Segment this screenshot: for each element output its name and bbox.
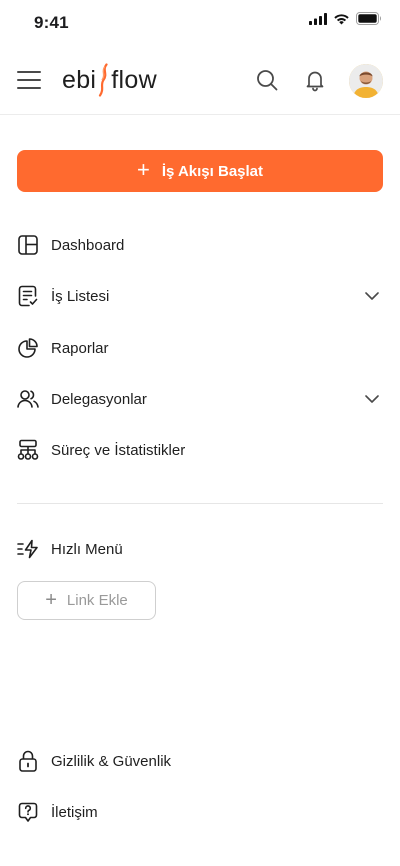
nav-item-dashboard[interactable]: Dashboard — [0, 223, 400, 267]
dashboard-layout-icon — [17, 234, 39, 256]
chevron-down-icon[interactable] — [364, 391, 380, 407]
app-logo[interactable]: ebi flow — [62, 62, 157, 98]
nav-item-label: Raporlar — [51, 339, 109, 357]
plus-icon: + — [136, 157, 150, 182]
start-workflow-button[interactable]: + İş Akışı Başlat — [17, 150, 383, 192]
nav-item-label: İletişim — [51, 803, 98, 821]
pie-chart-icon — [17, 337, 39, 359]
plus-icon: + — [45, 588, 57, 611]
quick-menu-label: Hızlı Menü — [51, 540, 123, 558]
quick-menu-icon — [17, 538, 39, 560]
add-link-button[interactable]: + Link Ekle — [17, 581, 156, 620]
logo-text-right: flow — [111, 65, 157, 94]
nav-item-contact[interactable]: İletişim — [0, 790, 400, 834]
quick-menu-heading: Hızlı Menü — [0, 527, 400, 571]
users-icon — [17, 388, 39, 410]
nav-item-label: İş Listesi — [51, 287, 110, 305]
cellular-signal-icon — [309, 12, 327, 30]
status-bar: 9:41 — [0, 0, 400, 46]
logo-flame-icon — [97, 63, 110, 97]
start-workflow-label: İş Akışı Başlat — [161, 162, 264, 180]
nav-item-is-listesi[interactable]: İş Listesi — [0, 274, 400, 318]
logo-text-left: ebi — [62, 65, 97, 94]
chevron-down-icon[interactable] — [364, 288, 380, 304]
help-chat-icon — [17, 801, 39, 823]
process-flow-icon — [17, 439, 39, 461]
status-time: 9:41 — [34, 13, 69, 32]
bell-icon[interactable] — [301, 66, 329, 94]
nav-item-label: Gizlilik & Güvenlik — [51, 752, 172, 770]
nav-item-surec-istatistikler[interactable]: Süreç ve İstatistikler — [0, 428, 400, 472]
add-link-label: Link Ekle — [66, 592, 128, 609]
nav-item-label: Süreç ve İstatistikler — [51, 441, 186, 459]
battery-icon — [356, 12, 382, 30]
nav-item-privacy-security[interactable]: Gizlilik & Güvenlik — [0, 739, 400, 783]
nav-item-label: Dashboard — [51, 236, 125, 254]
app-header: ebi flow — [0, 46, 400, 115]
lock-icon — [17, 750, 39, 772]
status-icons — [309, 12, 382, 30]
nav-item-label: Delegasyonlar — [51, 390, 147, 408]
divider — [17, 503, 383, 504]
search-icon[interactable] — [253, 66, 281, 94]
hamburger-menu-icon[interactable] — [16, 68, 42, 92]
nav-item-raporlar[interactable]: Raporlar — [0, 326, 400, 370]
task-list-icon — [17, 285, 39, 307]
user-avatar[interactable] — [349, 64, 383, 98]
wifi-icon — [333, 12, 350, 30]
nav-item-delegasyonlar[interactable]: Delegasyonlar — [0, 377, 400, 421]
